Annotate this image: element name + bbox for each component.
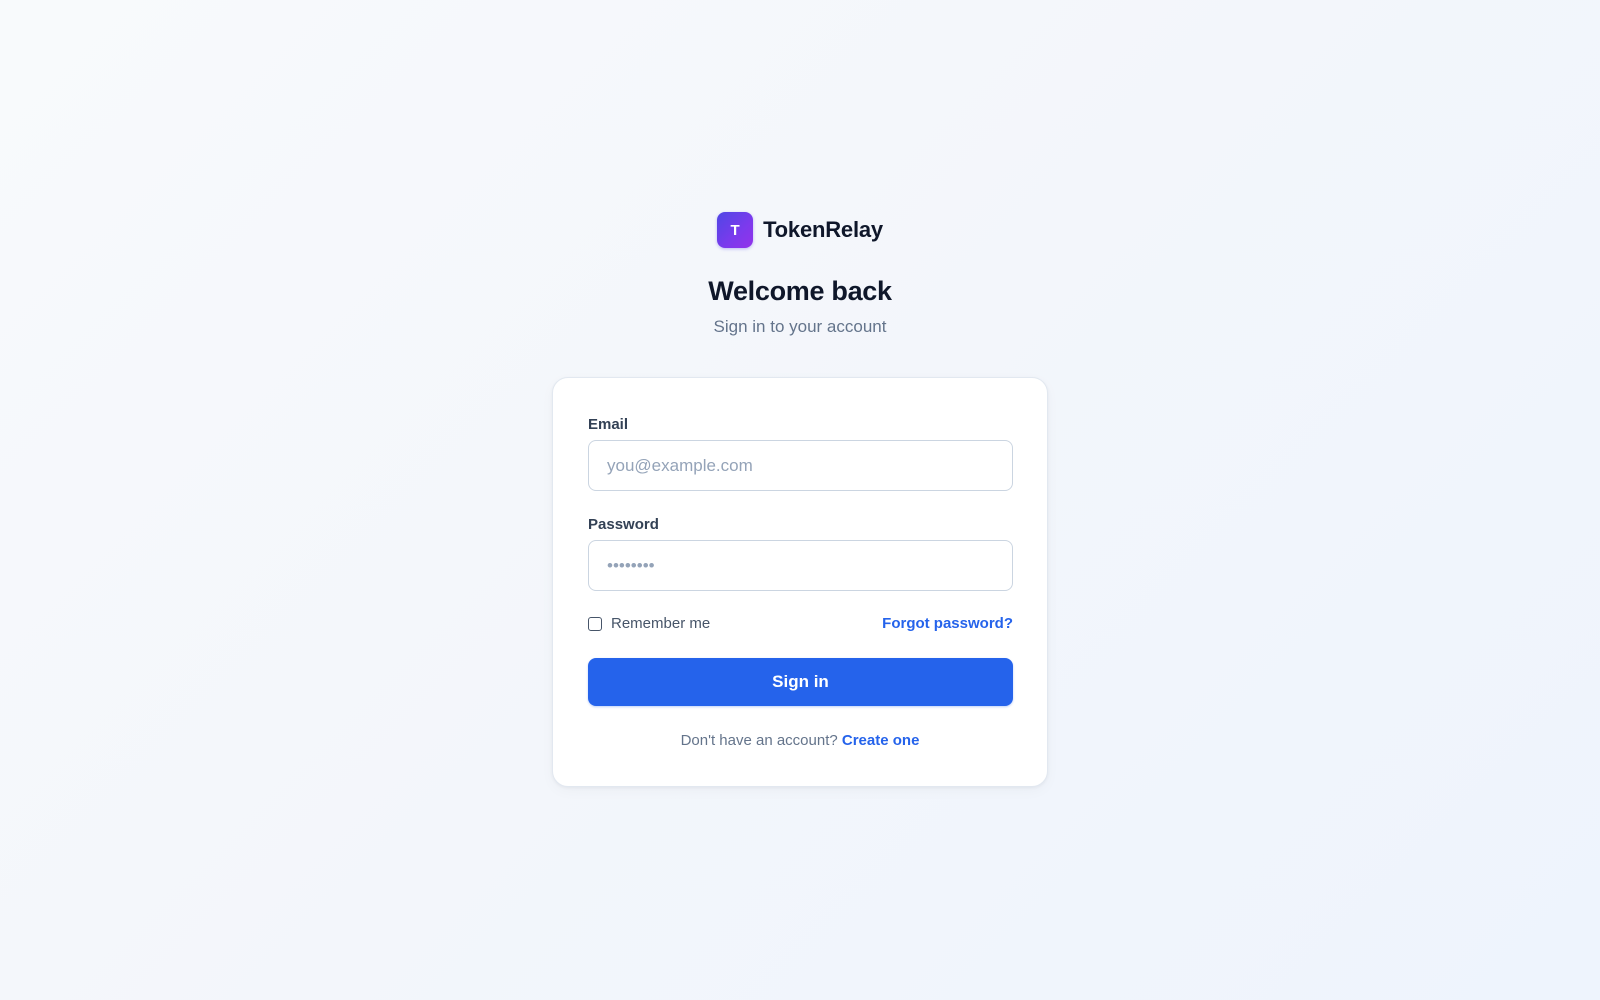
brand-name: TokenRelay [763,217,883,242]
sign-in-button[interactable]: Sign in [588,658,1013,706]
forgot-password-link[interactable]: Forgot password? [882,615,1013,632]
create-account-link[interactable]: Create one [842,732,920,749]
remember-me-toggle[interactable]: Remember me [588,615,710,632]
page-title: Welcome back [708,276,892,306]
form-options-row: Remember me Forgot password? [588,615,1013,632]
checkbox-icon[interactable] [588,616,602,631]
brand-logo-icon: T [717,212,754,248]
password-field[interactable] [588,540,1013,591]
page-subtitle: Sign in to your account [713,317,887,336]
email-label: Email [588,416,629,433]
login-card: Email Password Remember me Forgot passwo… [552,377,1048,787]
signup-prompt: Don't have an account? Create one [553,732,1047,749]
brand-header: T TokenRelay [0,212,1600,248]
remember-me-label[interactable]: Remember me [611,615,710,632]
brand-logo-letter: T [730,221,740,239]
email-field[interactable] [588,440,1013,491]
signup-prompt-text: Don't have an account? [680,732,838,749]
password-label: Password [588,516,659,533]
login-page: T TokenRelay Welcome back Sign in to you… [0,0,1600,1000]
